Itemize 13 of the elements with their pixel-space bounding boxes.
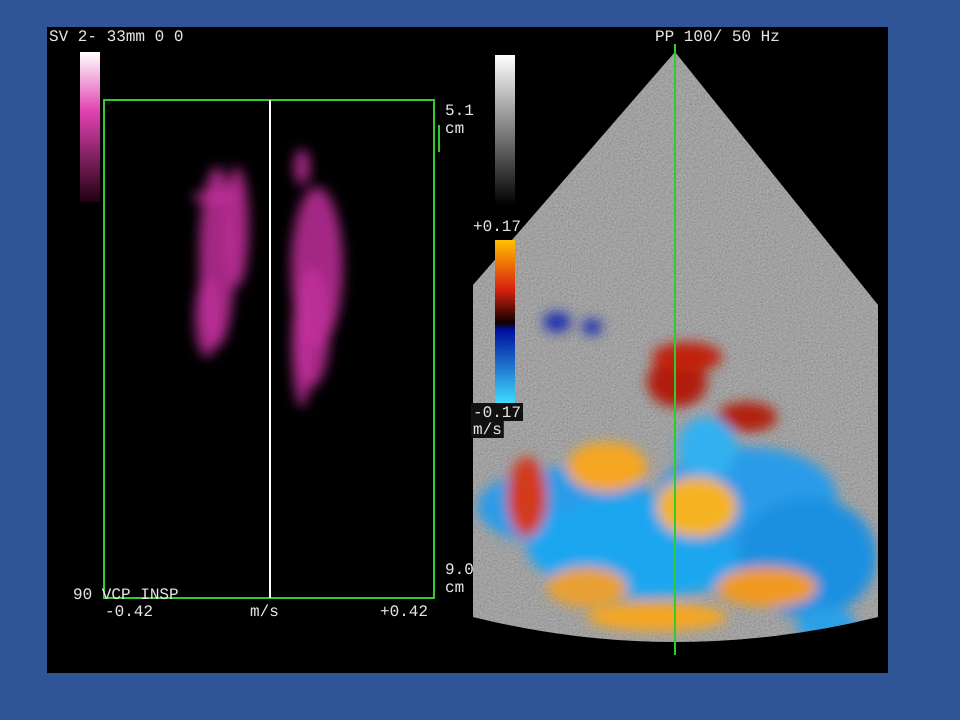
unit-label: m/s	[250, 603, 279, 621]
scale-label: -0.17	[473, 404, 522, 422]
header-text: SV 2- 33mm 0 0	[49, 28, 184, 46]
depth-label: 9.0	[445, 561, 474, 579]
depth-label: 5.1	[445, 102, 474, 120]
header-text: PP 100/ 50 Hz	[655, 28, 780, 46]
unit-label: m/s	[473, 421, 502, 439]
scale-label: -0.42	[105, 603, 154, 621]
unit-label: cm	[445, 120, 464, 138]
unit-label: cm	[445, 579, 464, 597]
scale-label: +0.42	[380, 603, 428, 621]
scale-label: +0.17	[473, 218, 522, 236]
depth-marker	[438, 125, 440, 152]
